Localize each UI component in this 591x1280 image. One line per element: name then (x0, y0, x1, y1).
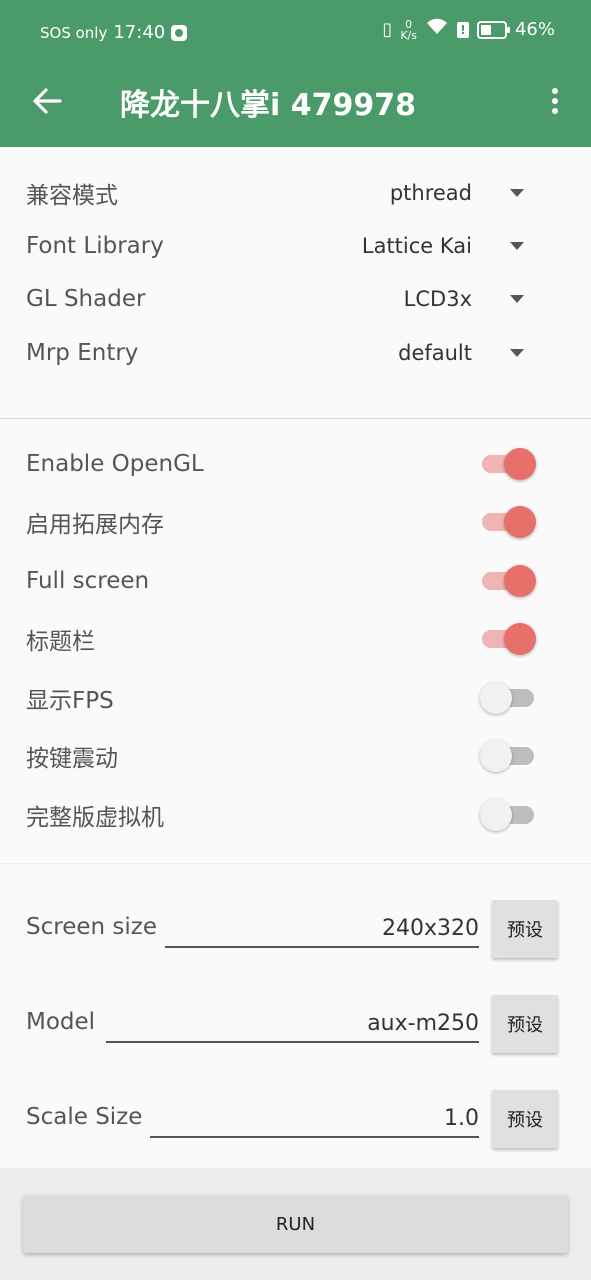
scale-size-input[interactable] (150, 1100, 479, 1138)
status-bar: SOS only 17:40 ▯ 0 K/s ! 46% (0, 0, 591, 66)
dropdown-mrp-entry[interactable]: Mrp Entry default (26, 333, 566, 373)
switch-label: 完整版虚拟机 (26, 805, 164, 831)
switch-label: Full screen (26, 568, 150, 594)
field-label: Screen size (26, 914, 157, 940)
switch-label: 标题栏 (26, 629, 95, 655)
dropdown-label: GL Shader (26, 286, 146, 312)
dropdown-gl-shader[interactable]: GL Shader LCD3x (26, 279, 566, 319)
chevron-down-icon[interactable] (510, 189, 524, 197)
screen-size-input[interactable] (165, 910, 479, 948)
toggle-switch[interactable] (480, 738, 534, 774)
back-arrow-icon[interactable] (30, 84, 64, 118)
field-label: Scale Size (26, 1104, 143, 1130)
alert-icon: ! (456, 21, 469, 38)
field-row-screen-size: Screen size 预设 (26, 900, 566, 960)
toggle-switch[interactable] (480, 680, 534, 716)
switch-label: 按键震动 (26, 746, 118, 772)
dropdown-font-library[interactable]: Font Library Lattice Kai (26, 226, 566, 266)
preset-button[interactable]: 预设 (492, 1090, 558, 1148)
switch-row-full-vm: 完整版虚拟机 (26, 795, 566, 835)
battery-percent: 46% (514, 19, 555, 40)
toggle-switch[interactable] (482, 504, 536, 540)
dropdown-value[interactable]: pthread (390, 181, 472, 205)
dropdown-compat-mode[interactable]: 兼容模式 pthread (26, 173, 566, 213)
section-divider (0, 863, 591, 864)
switch-row-title-bar: 标题栏 (26, 619, 566, 659)
net-speed: 0 K/s (400, 19, 417, 41)
switch-label: 显示FPS (26, 688, 114, 714)
vibrate-icon: ▯ (382, 19, 393, 40)
run-button[interactable]: RUN (23, 1195, 568, 1253)
field-row-model: Model 预设 (26, 995, 566, 1055)
dropdown-label: Font Library (26, 233, 164, 259)
toggle-switch[interactable] (482, 563, 536, 599)
switch-label: 启用拓展内存 (26, 512, 164, 538)
preset-button[interactable]: 预设 (492, 900, 558, 958)
toggle-switch[interactable] (482, 621, 536, 657)
field-label: Model (26, 1009, 96, 1035)
model-input[interactable] (106, 1005, 479, 1043)
field-row-scale-size: Scale Size 预设 (26, 1090, 566, 1150)
carrier-text: SOS only (40, 23, 108, 42)
chevron-down-icon[interactable] (510, 295, 524, 303)
toggle-switch[interactable] (480, 797, 534, 833)
app-bar: SOS only 17:40 ▯ 0 K/s ! 46% 降龙十八掌i 4799… (0, 0, 591, 147)
net-speed-unit: K/s (400, 28, 417, 42)
dropdown-value[interactable]: LCD3x (404, 287, 472, 311)
dropdown-label: 兼容模式 (26, 183, 118, 209)
chevron-down-icon[interactable] (510, 242, 524, 250)
overflow-menu-icon[interactable] (545, 88, 565, 118)
clock: 17:40 (113, 22, 166, 43)
switch-row-enable-opengl: Enable OpenGL (26, 444, 566, 484)
toggle-switch[interactable] (482, 446, 536, 482)
dropdown-label: Mrp Entry (26, 340, 139, 366)
dropdown-value[interactable]: default (398, 341, 472, 365)
preset-button[interactable]: 预设 (492, 995, 558, 1053)
chevron-down-icon[interactable] (510, 349, 524, 357)
shield-icon (171, 24, 188, 41)
dropdown-value[interactable]: Lattice Kai (362, 234, 472, 258)
wifi-icon (425, 18, 449, 41)
section-divider (0, 418, 591, 419)
battery-icon (476, 20, 510, 39)
switch-label: Enable OpenGL (26, 451, 204, 477)
page-title: 降龙十八掌i 479978 (120, 88, 416, 123)
switch-row-full-screen: Full screen (26, 561, 566, 601)
switch-row-extended-memory: 启用拓展内存 (26, 502, 566, 542)
switch-row-key-vibration: 按键震动 (26, 736, 566, 776)
switch-row-show-fps: 显示FPS (26, 678, 566, 718)
